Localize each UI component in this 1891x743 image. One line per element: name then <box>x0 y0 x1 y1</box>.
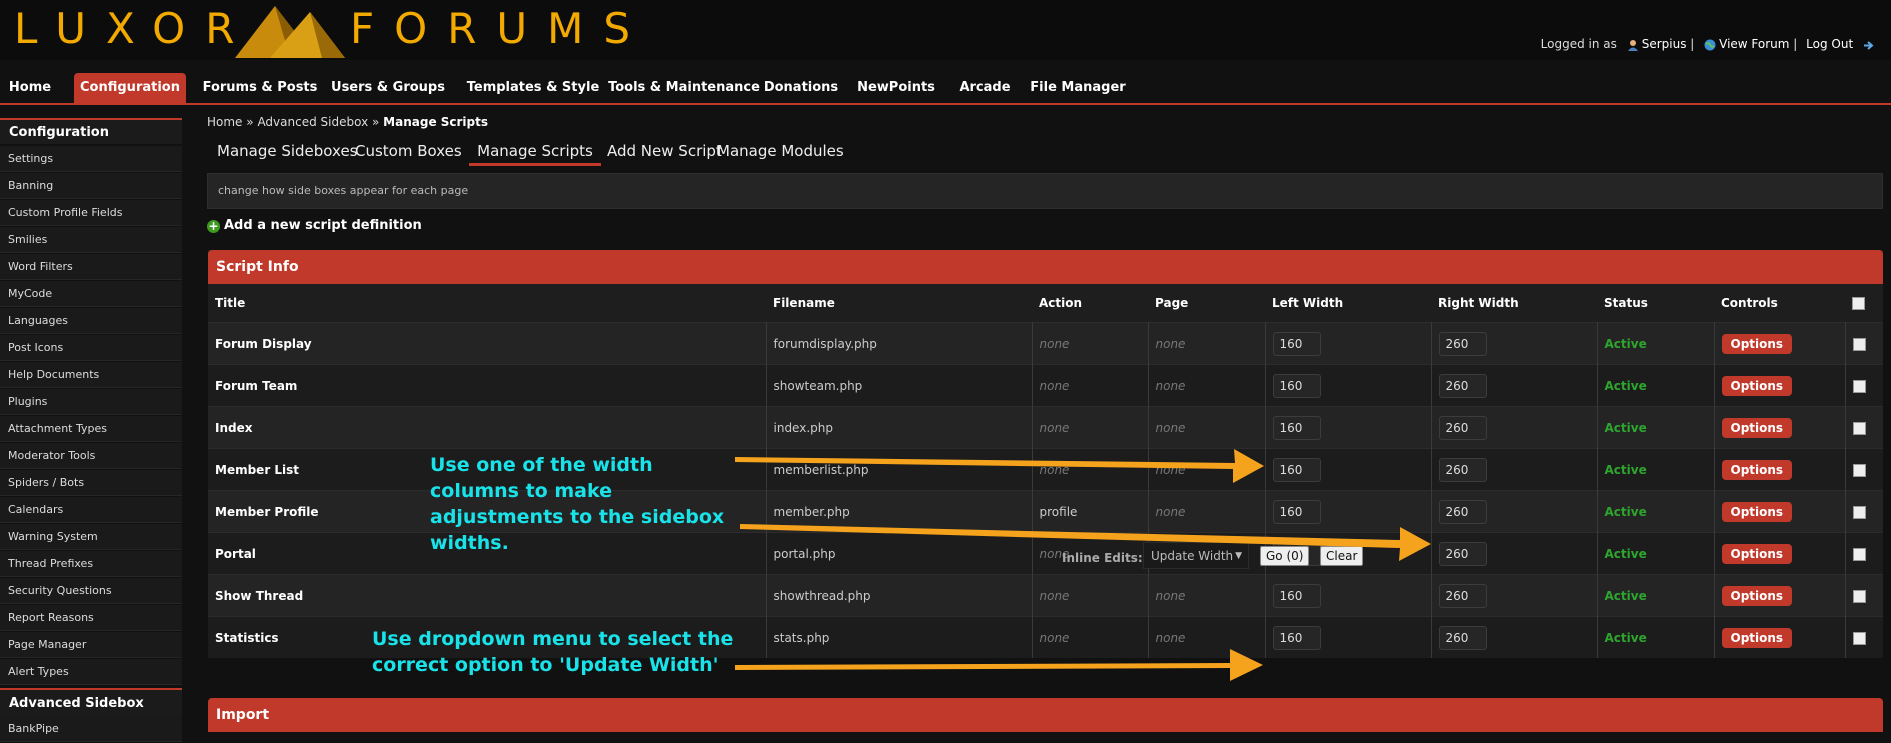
arrow-to-inline-dropdown <box>735 649 1263 681</box>
arrow-to-left-width <box>735 449 1264 483</box>
annotation-line: adjustments to the sidebox <box>430 506 725 528</box>
annotation-width-note: Use one of the width columns to make adj… <box>430 452 724 556</box>
arrow-to-right-width <box>740 524 1431 561</box>
annotation-dropdown-note: Use dropdown menu to select the correct … <box>372 626 733 678</box>
annotation-arrows <box>735 449 1431 681</box>
annotation-line: columns to make <box>430 480 612 502</box>
annotation-line: Use dropdown menu to select the <box>372 628 734 650</box>
annotation-line: Use one of the width <box>430 454 653 476</box>
annotation-line: correct option to 'Update Width' <box>372 654 719 676</box>
annotation-line: widths. <box>430 532 509 554</box>
